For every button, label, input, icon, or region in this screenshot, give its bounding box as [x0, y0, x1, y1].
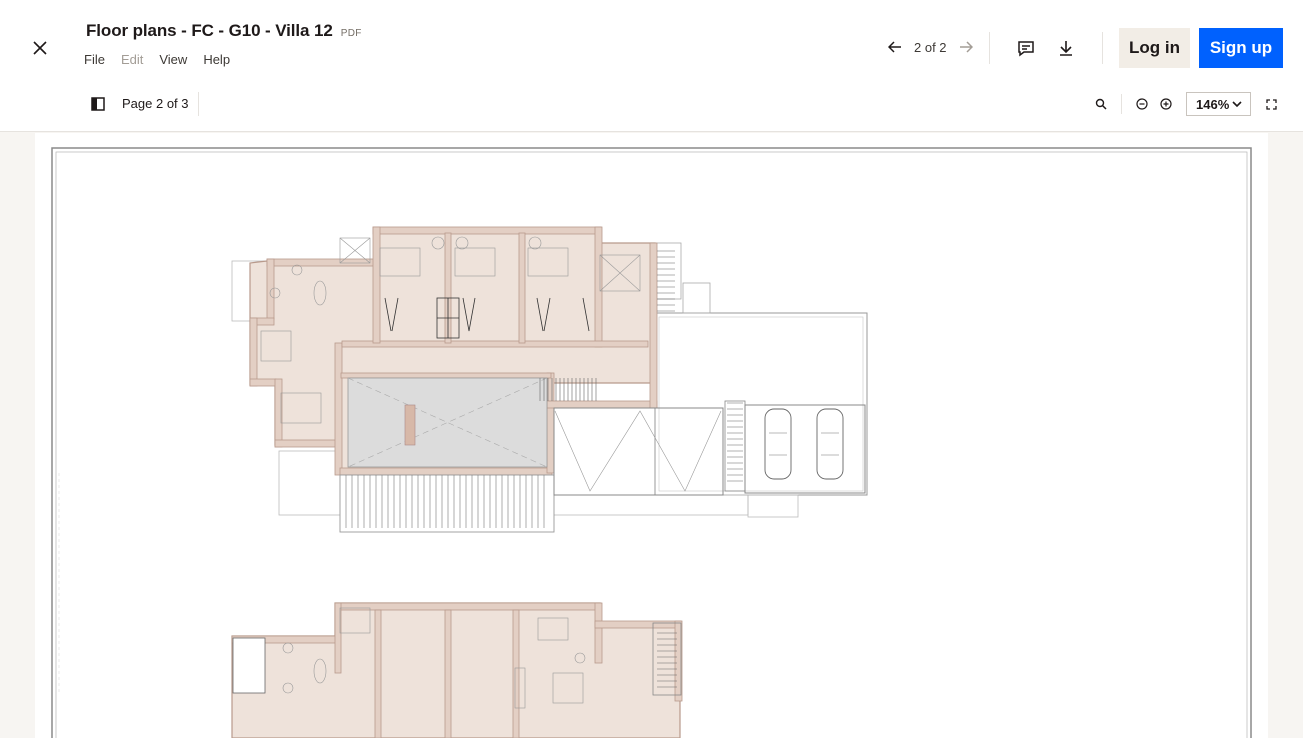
zoom-out-icon: [1136, 98, 1148, 110]
download-icon: [1060, 41, 1072, 56]
menu-bar: File Edit View Help: [84, 51, 246, 68]
login-button[interactable]: Log in: [1119, 28, 1190, 68]
divider: [989, 32, 990, 64]
download-button[interactable]: [1051, 33, 1081, 63]
document-title: Floor plans - FC - G10 - Villa 12: [86, 21, 333, 40]
comment-icon: [1018, 41, 1034, 57]
floor-plan-drawing: [51, 147, 1252, 738]
page-indicator: Page 2 of 3: [122, 96, 189, 111]
search-icon: [1095, 98, 1107, 110]
divider: [1102, 32, 1103, 64]
pdf-page: [35, 133, 1268, 738]
file-type-badge: PDF: [340, 28, 362, 39]
zoom-in-icon: [1160, 98, 1172, 110]
close-button[interactable]: [28, 36, 52, 60]
zoom-level-select[interactable]: 146%: [1186, 92, 1251, 116]
zoom-in-button[interactable]: [1151, 89, 1181, 119]
search-button[interactable]: [1086, 89, 1116, 119]
comment-button[interactable]: [1011, 33, 1041, 63]
sidebar-panel-icon: [91, 97, 105, 111]
menu-file[interactable]: File: [84, 51, 113, 68]
divider: [198, 92, 199, 116]
upper-floor-plan: [231, 226, 868, 533]
lower-floor-plan: [231, 602, 683, 738]
viewer-toolbar: Page 2 of 3 146%: [0, 84, 1303, 132]
menu-view[interactable]: View: [159, 51, 195, 68]
document-title-group: Floor plans - FC - G10 - Villa 12 PDF: [86, 21, 362, 41]
file-pager-label: 2 of 2: [914, 39, 947, 55]
previous-file-button[interactable]: [884, 36, 906, 58]
top-bar: Floor plans - FC - G10 - Villa 12 PDF Fi…: [0, 0, 1303, 84]
close-icon: [33, 41, 47, 55]
document-viewer[interactable]: [0, 133, 1303, 738]
menu-help[interactable]: Help: [203, 51, 238, 68]
file-pager: 2 of 2: [884, 36, 977, 58]
signup-button[interactable]: Sign up: [1199, 28, 1283, 68]
chevron-down-icon: [1232, 100, 1242, 107]
arrow-left-icon: [888, 41, 901, 53]
arrow-right-icon: [959, 41, 973, 53]
fullscreen-button[interactable]: [1256, 89, 1286, 119]
sidebar-toggle-button[interactable]: [88, 94, 108, 114]
zoom-level-value: 146%: [1196, 96, 1230, 112]
next-file-button[interactable]: [955, 36, 977, 58]
divider: [1121, 94, 1122, 114]
menu-edit[interactable]: Edit: [121, 51, 151, 68]
fullscreen-icon: [1265, 98, 1277, 110]
